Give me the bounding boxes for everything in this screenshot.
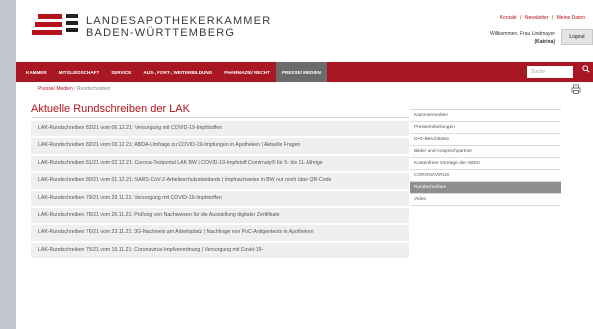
breadcrumb-link[interactable]: Presse/ Medien [38,86,73,92]
list-item[interactable]: LAK-Rundschreiben 81/21 vom 02.12.21: Co… [31,155,409,172]
print-icon[interactable] [571,84,581,94]
sidebar-item-dat-beschluesse[interactable]: DAT-Beschlüsse [410,134,561,146]
sidebar-item-vortraege[interactable]: Kostenfreie Vorträge der ABDA [410,158,561,170]
nav-item-pharmazie-recht[interactable]: PHARMAZIE/ RECHT [218,62,276,82]
contact-link[interactable]: Kontakt [500,15,517,21]
sidebar-item-kammermedien[interactable]: Kammermedien [410,110,561,122]
sidebar-item-video[interactable]: Video [410,194,561,206]
my-data-link[interactable]: Meine Daten [557,15,585,21]
welcome-line: Willkommen, Frau Lindmayer [489,31,555,37]
search-icon[interactable] [582,65,590,73]
sidebar-item-rundschreiben[interactable]: Rundschreiben [410,182,561,194]
title-divider [31,117,409,118]
search-input[interactable]: Suche [527,66,573,78]
logo-mark-icon [32,12,78,42]
nav-item-ausbildung[interactable]: AUS-, FORT-, WEITERBILDUNG [137,62,218,82]
list-item[interactable]: LAK-Rundschreiben 76/21 vom 23.11.21: 3G… [31,225,409,241]
list-item[interactable]: LAK-Rundschreiben 78/21 vom 26.11.21: Pr… [31,208,409,224]
nav-item-kammer[interactable]: KAMMER [16,62,53,82]
page-title: Aktuelle Rundschreiben der LAK [31,103,190,115]
welcome-name: (Katrina) [534,39,555,45]
sidebar-item-pressemitteilungen[interactable]: Pressemitteilungen [410,122,561,134]
logo-line-2: BADEN-WÜRTTEMBERG [86,27,236,39]
newsletter-link[interactable]: Newsletter [525,15,549,21]
logo[interactable]: LANDESAPOTHEKERKAMMER BADEN-WÜRTTEMBERG [32,12,271,42]
page: LANDESAPOTHEKERKAMMER BADEN-WÜRTTEMBERG … [16,0,593,329]
separator: / [551,15,554,21]
main-nav: KAMMER MITGLIEDSCHAFT SERVICE AUS-, FORT… [16,62,593,82]
logout-button[interactable]: Logout [561,29,593,45]
logo-text: LANDESAPOTHEKERKAMMER BADEN-WÜRTTEMBERG [86,15,271,39]
logo-line-1: LANDESAPOTHEKERKAMMER [86,15,272,27]
breadcrumb-current: Rundschreiben [76,86,111,92]
circular-list: LAK-Rundschreiben 83/21 vom 06.12.21: Ve… [31,121,409,260]
separator: / [520,15,522,21]
nav-item-mitgliedschaft[interactable]: MITGLIEDSCHAFT [53,62,106,82]
list-item[interactable]: LAK-Rundschreiben 83/21 vom 06.12.21: Ve… [31,121,409,137]
breadcrumb: Presse/ Medien / Rundschreiben [38,86,111,92]
sidebar-item-coronavirus[interactable]: CORONAVIRUS [410,170,561,182]
list-item[interactable]: LAK-Rundschreiben 75/21 vom 19.11.21: Co… [31,242,409,259]
list-item[interactable]: LAK-Rundschreiben 80/21 vom 01.12.21: SA… [31,173,409,189]
sidebar-item-bilder[interactable]: Bilder und Ansprechpartner [410,146,561,158]
sidebar: Kammermedien Pressemitteilungen DAT-Besc… [410,109,561,206]
nav-item-presse-medien[interactable]: PRESSE/ MEDIEN [275,62,327,82]
top-links: Kontakt / Newsletter / Meine Daten [498,15,585,21]
header: LANDESAPOTHEKERKAMMER BADEN-WÜRTTEMBERG … [16,0,593,58]
list-item[interactable]: LAK-Rundschreiben 79/21 vom 29.11.21: Ve… [31,190,409,207]
nav-item-service[interactable]: SERVICE [105,62,137,82]
list-item[interactable]: LAK-Rundschreiben 82/21 vom 03.12.21: AB… [31,138,409,154]
welcome-text: Willkommen, Frau Lindmayer (Katrina) [490,30,555,46]
